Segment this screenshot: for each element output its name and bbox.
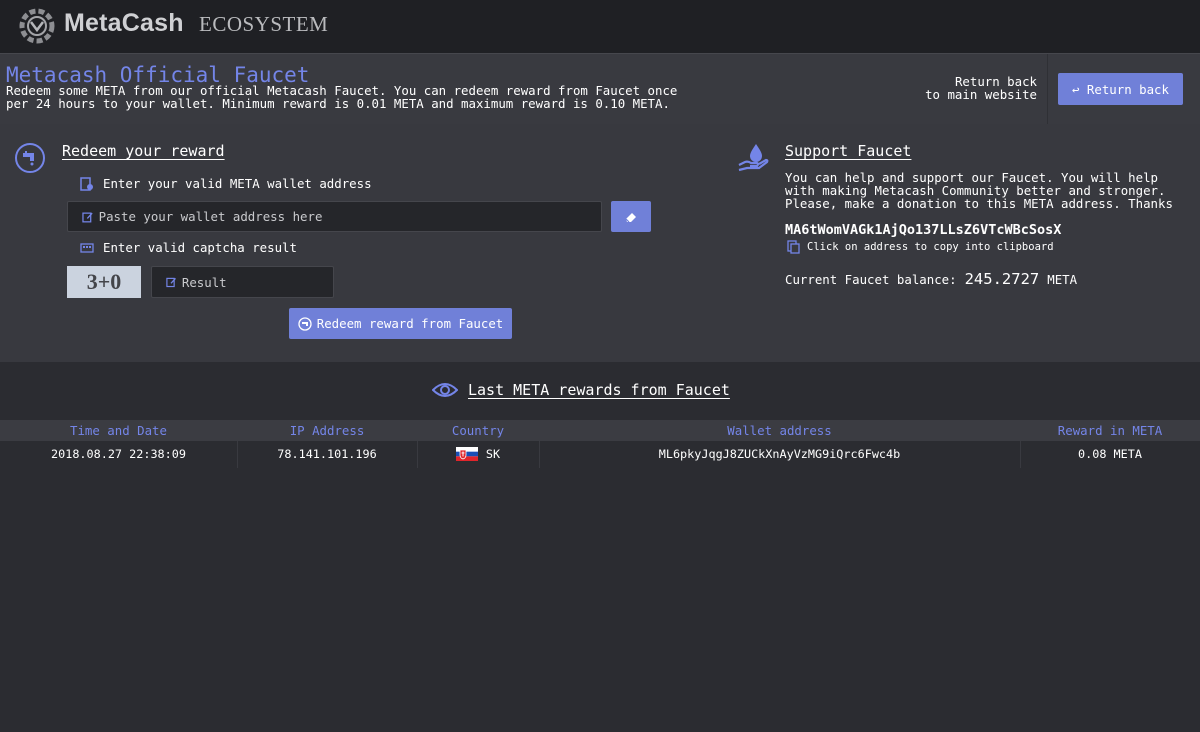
rewards-table-header: Time and Date IP Address Country Wallet … <box>0 420 1200 441</box>
return-hint-line2: to main website <box>925 87 1037 102</box>
edit-pencil-icon <box>166 277 176 288</box>
cell-reward: 0.08 META <box>1078 447 1142 461</box>
col-reward: Reward in META <box>1057 423 1163 438</box>
rewards-heading: Last META rewards from Faucet <box>432 381 730 399</box>
faucet-tap-icon <box>298 316 312 331</box>
redeem-button[interactable]: Redeem reward from Faucet <box>289 308 512 339</box>
edit-pencil-icon <box>82 212 93 222</box>
gear-logo-icon[interactable] <box>17 5 57 47</box>
table-row: 2018.08.27 22:38:09 78.141.101.196 SK ML… <box>0 441 1200 468</box>
cell-country: SK <box>417 447 539 461</box>
brand-subtitle: ECOSYSTEM <box>199 12 329 36</box>
wallet-input[interactable] <box>98 209 601 224</box>
return-back-button[interactable]: ↩ Return back <box>1058 73 1183 105</box>
header-divider <box>1047 54 1048 124</box>
captcha-result-field[interactable] <box>151 266 334 298</box>
return-hint: Return back to main website <box>925 75 1037 101</box>
copy-icon <box>787 240 800 254</box>
cell-time: 2018.08.27 22:38:09 <box>51 447 186 461</box>
copy-hint-text: Click on address to copy into clipboard <box>807 241 1054 253</box>
donation-address[interactable]: MA6tWomVAGk1AjQo137LLsZ6VTcWBcSosX <box>785 222 1061 238</box>
faucet-tap-icon <box>15 143 45 173</box>
captcha-result-input[interactable] <box>181 274 333 290</box>
cell-country-code: SK <box>485 447 501 461</box>
slovakia-flag-icon <box>455 447 478 461</box>
wallet-label-row: Enter your valid META wallet address <box>80 176 372 191</box>
balance-unit: META <box>1047 272 1078 287</box>
col-wallet: Wallet address <box>727 423 832 438</box>
wallet-document-icon <box>80 176 93 191</box>
balance-label: Current Faucet balance: <box>785 272 957 287</box>
redeem-button-label: Redeem reward from Faucet <box>316 316 504 331</box>
faucet-balance: Current Faucet balance: 245.2727 META <box>785 270 1077 288</box>
page-header: Metacash Official Faucet Redeem some MET… <box>0 53 1200 124</box>
main-panel: Redeem your reward Enter your valid META… <box>0 124 1200 362</box>
brand-name[interactable]: MetaCash <box>64 9 184 38</box>
captcha-image: 3+0 <box>67 266 141 298</box>
captcha-label: Enter valid captcha result <box>103 240 297 255</box>
col-time: Time and Date <box>70 423 167 438</box>
eye-icon <box>432 383 458 397</box>
top-bar: MetaCash ECOSYSTEM <box>0 0 1200 53</box>
keyboard-icon <box>80 242 94 253</box>
support-description: You can help and support our Faucet. You… <box>785 170 1173 211</box>
redeem-title: Redeem your reward <box>62 142 225 160</box>
cell-ip: 78.141.101.196 <box>277 447 377 461</box>
copy-hint: Click on address to copy into clipboard <box>787 240 1054 254</box>
clear-wallet-button[interactable] <box>611 201 651 232</box>
col-country: Country <box>451 423 505 438</box>
hand-droplet-icon <box>738 144 769 172</box>
wallet-label: Enter your valid META wallet address <box>103 176 372 191</box>
captcha-label-row: Enter valid captcha result <box>80 240 297 255</box>
col-ip: IP Address <box>289 423 365 438</box>
eraser-icon <box>625 212 636 222</box>
wallet-field[interactable] <box>67 201 602 232</box>
page-description: Redeem some META from our official Metac… <box>6 83 678 111</box>
support-title: Support Faucet <box>785 142 912 160</box>
balance-value: 245.2727 <box>964 270 1040 288</box>
rewards-title: Last META rewards from Faucet <box>468 381 730 399</box>
cell-wallet: ML6pkyJqgJ8ZUCkXnAyVzMG9iQrc6Fwc4b <box>658 447 901 461</box>
